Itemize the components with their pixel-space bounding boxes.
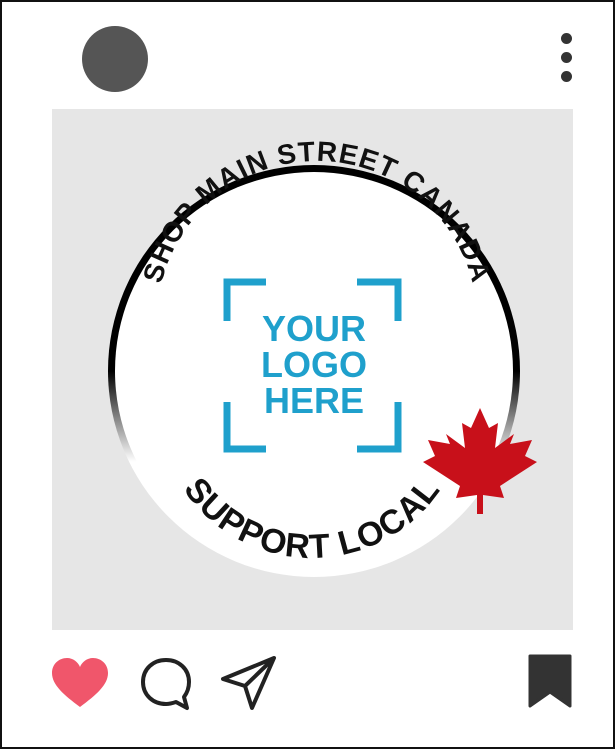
avatar[interactable] — [82, 26, 148, 92]
like-button[interactable] — [50, 657, 110, 711]
logo-line: YOUR — [262, 308, 366, 349]
logo-placeholder-text: YOUR LOGO HERE — [261, 308, 367, 421]
post-image[interactable]: SHOP MAIN STREET CANADA SUPPORT LOCAL YO… — [52, 109, 573, 630]
comment-button[interactable] — [138, 654, 194, 712]
logo-line: LOGO — [261, 344, 367, 385]
support-local-badge: SHOP MAIN STREET CANADA SUPPORT LOCAL YO… — [108, 136, 537, 577]
paper-plane-icon — [221, 656, 276, 710]
save-button[interactable] — [526, 652, 574, 710]
comment-bubble-icon — [141, 658, 191, 710]
bookmark-icon — [528, 654, 572, 708]
logo-line: HERE — [264, 380, 364, 421]
more-options-icon[interactable] — [554, 30, 578, 86]
post-card: SHOP MAIN STREET CANADA SUPPORT LOCAL YO… — [0, 0, 615, 749]
share-button[interactable] — [218, 652, 280, 714]
heart-icon — [52, 658, 108, 707]
